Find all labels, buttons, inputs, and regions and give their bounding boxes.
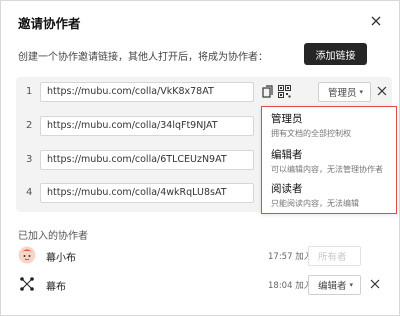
joined-collaborators-heading: 已加入的协作者 (18, 231, 88, 242)
owner-role-label: 所有者 (308, 246, 361, 266)
link-url-field[interactable]: https://mubu.com/colla/4wkRqLU8sAT (40, 183, 254, 203)
join-time: 17:57 加入 (268, 252, 313, 262)
role-option-desc: 拥有文档的全部控制权 (271, 129, 351, 138)
role-select[interactable]: 编辑者 ▾ (308, 275, 361, 295)
role-select[interactable]: 管理员 ▾ (318, 82, 371, 102)
link-row: 1 https://mubu.com/colla/VkK8x78AT 管理员 ▾ (16, 82, 392, 104)
role-label: 编辑者 (318, 281, 347, 292)
collaborator-name: 幕小布 (46, 253, 76, 264)
add-link-button[interactable]: 添加链接 (304, 43, 367, 65)
collaborator-row: 幕小布 17:57 加入 所有者 (18, 246, 388, 268)
role-select-value: 管理员 (328, 88, 357, 99)
link-index: 3 (26, 154, 33, 165)
close-icon[interactable] (370, 15, 382, 27)
join-time: 18:04 加入 (268, 281, 313, 291)
delete-link-icon[interactable] (377, 86, 387, 96)
role-option-name: 管理员 (271, 113, 303, 125)
collaborator-row: 幕布 18:04 加入 编辑者 ▾ (18, 275, 388, 297)
role-option-editor[interactable]: 编辑者 可以编辑内容，无法管理协作者 (271, 147, 393, 175)
role-option-desc: 可以编辑内容，无法管理协作者 (271, 165, 383, 174)
avatar (18, 246, 36, 264)
copy-icon[interactable] (262, 85, 274, 99)
caret-down-icon: ▾ (349, 281, 354, 289)
role-dropdown-menu: 管理员 拥有文档的全部控制权 编辑者 可以编辑内容，无法管理协作者 阅读者 只能… (261, 106, 397, 214)
role-option-reader[interactable]: 阅读者 只能阅读内容，无法编辑 (271, 181, 393, 209)
remove-collaborator-icon[interactable] (370, 279, 380, 289)
collaborator-name: 幕布 (46, 282, 66, 293)
link-url-field[interactable]: https://mubu.com/colla/34lqFt9NJAT (40, 116, 254, 136)
link-url-field[interactable]: https://mubu.com/colla/VkK8x78AT (40, 82, 254, 102)
role-option-name: 阅读者 (271, 183, 303, 195)
role-option-admin[interactable]: 管理员 拥有文档的全部控制权 (271, 111, 393, 139)
link-index: 1 (26, 86, 33, 97)
dialog-description: 创建一个协作邀请链接，其他人打开后，将成为协作者： (18, 52, 268, 63)
caret-down-icon: ▾ (359, 88, 364, 96)
link-url-field[interactable]: https://mubu.com/colla/6TLCEUzN9AT (40, 150, 254, 170)
link-index: 2 (26, 120, 33, 131)
role-option-desc: 只能阅读内容，无法编辑 (271, 199, 359, 208)
role-label: 所有者 (318, 252, 347, 263)
qr-code-icon[interactable] (278, 85, 291, 98)
link-index: 4 (26, 187, 33, 198)
dialog-title: 邀请协作者 (18, 16, 81, 31)
role-option-name: 编辑者 (271, 149, 303, 161)
avatar (20, 277, 34, 291)
